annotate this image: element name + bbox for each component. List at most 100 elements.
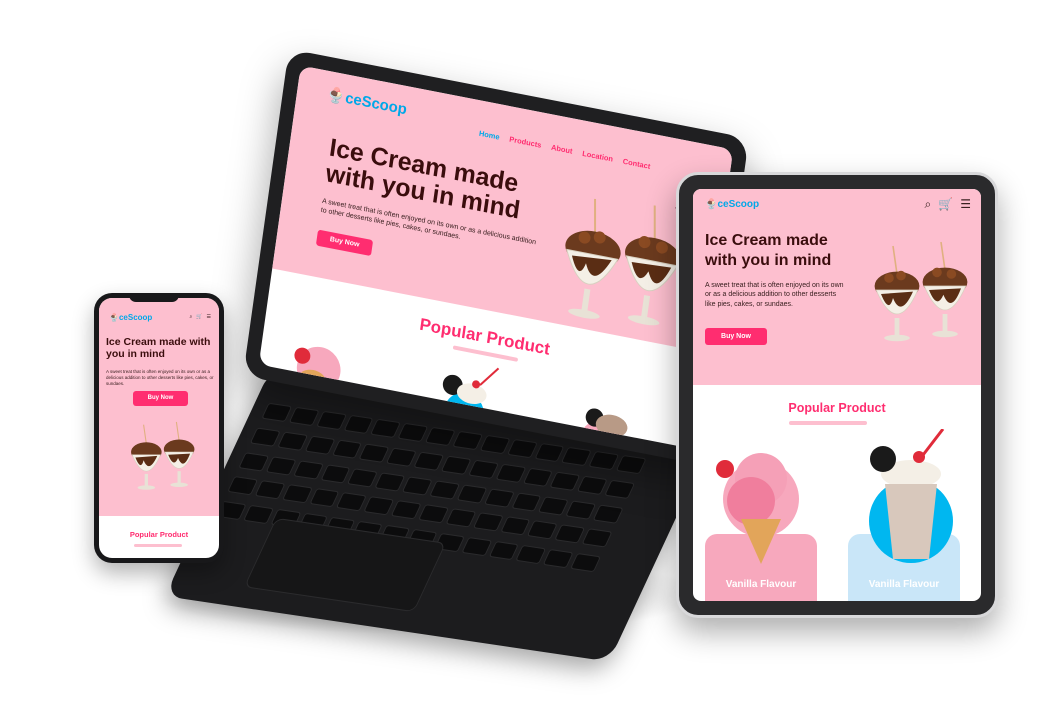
sundae-image <box>874 241 968 342</box>
keyboard-key[interactable] <box>468 459 499 479</box>
keyboard-key[interactable] <box>424 426 456 447</box>
product-chocolate-shake <box>579 408 628 449</box>
keyboard-key[interactable] <box>370 418 402 439</box>
nav-contact[interactable]: Contact <box>622 157 651 171</box>
main-nav: Home Products About Location Contact <box>478 129 650 171</box>
header-icons: ⌕ 🛒 ☰ <box>189 314 211 320</box>
cart-icon[interactable]: 🛒 <box>938 197 953 212</box>
keyboard-key[interactable] <box>542 549 574 569</box>
keyboard-key[interactable] <box>363 496 395 516</box>
keyboard-key[interactable] <box>483 488 515 508</box>
keyboard-key[interactable] <box>288 406 320 427</box>
keyboard-key[interactable] <box>479 434 511 455</box>
keyboard-key[interactable] <box>265 455 297 476</box>
keyboard-key[interactable] <box>460 537 492 557</box>
strawberry-cone-image <box>716 453 799 564</box>
title-underline <box>789 421 867 425</box>
keyboard-key[interactable] <box>331 439 363 459</box>
logo-text: ceScoop <box>717 199 760 210</box>
keyboard-key[interactable] <box>413 451 445 471</box>
nav-location[interactable]: Location <box>582 149 614 164</box>
keyboard-key[interactable] <box>226 476 258 496</box>
keyboard-key[interactable] <box>488 541 520 561</box>
logo[interactable]: 🍨ceScoop <box>109 313 152 322</box>
keyboard-key[interactable] <box>499 516 531 536</box>
popular-product-title: Popular Product <box>788 401 886 415</box>
keyboard-key[interactable] <box>261 402 293 423</box>
keyboard-key[interactable] <box>386 447 418 467</box>
keyboard-key[interactable] <box>538 496 570 516</box>
keyboard-key[interactable] <box>336 492 367 512</box>
search-icon[interactable]: ⌕ <box>925 197 932 212</box>
keyboard-key[interactable] <box>495 463 527 483</box>
keyboard-key[interactable] <box>347 467 379 488</box>
buy-now-button[interactable]: Buy Now <box>705 328 767 345</box>
logo-text: ceScoop <box>344 89 408 119</box>
sundae-image <box>131 421 195 490</box>
keyboard-key[interactable] <box>397 422 429 443</box>
keyboard-key[interactable] <box>452 430 484 451</box>
devices-mockup: 🍨ceScoop Home Products About Location Co… <box>0 0 1059 705</box>
cookie-shake-image <box>869 429 953 563</box>
keyboard-key[interactable] <box>249 427 281 447</box>
header-icons: ⌕ 🛒 ☰ <box>925 197 971 212</box>
keyboard-key[interactable] <box>554 524 586 544</box>
keyboard-key[interactable] <box>565 500 597 520</box>
keyboard-key[interactable] <box>308 488 340 508</box>
keyboard-key[interactable] <box>374 471 406 492</box>
laptop-screen: 🍨ceScoop Home Products About Location Co… <box>258 65 734 449</box>
keyboard-key[interactable] <box>315 410 347 431</box>
phone-screen: 🍨ceScoop ⌕ 🛒 ☰ Ice Cream made with you i… <box>99 298 219 558</box>
keyboard-key[interactable] <box>506 438 538 459</box>
keyboard-key[interactable] <box>238 451 270 472</box>
hamburger-menu-icon[interactable]: ☰ <box>960 197 971 212</box>
keyboard-key[interactable] <box>417 504 449 524</box>
sundae-image <box>565 198 681 326</box>
logo[interactable]: 🍨ceScoop <box>705 199 759 210</box>
keyboard-key[interactable] <box>522 467 554 487</box>
keyboard-key[interactable] <box>588 450 620 471</box>
keyboard-key[interactable] <box>472 512 504 532</box>
keyboard-key[interactable] <box>292 459 324 480</box>
keyboard-key[interactable] <box>254 480 286 500</box>
buy-now-button[interactable]: Buy Now <box>133 391 188 406</box>
cart-icon[interactable]: 🛒 <box>196 314 202 320</box>
keyboard-key[interactable] <box>561 446 593 467</box>
product-name: Vanilla Flavour <box>868 579 940 590</box>
keyboard-key[interactable] <box>390 500 422 520</box>
product-name: Vanilla Flavour <box>725 579 797 590</box>
tablet-device: 🍨ceScoop ⌕ 🛒 ☰ Ice Cream made with you i… <box>676 172 998 618</box>
keyboard-key[interactable] <box>549 471 581 491</box>
hero-section: 🍨ceScoop ⌕ 🛒 ☰ Ice Cream made with you i… <box>99 298 219 516</box>
keyboard-key[interactable] <box>515 545 547 565</box>
keyboard-key[interactable] <box>277 431 308 451</box>
keyboard-key[interactable] <box>320 463 352 484</box>
keyboard-key[interactable] <box>402 475 433 496</box>
keyboard-key[interactable] <box>358 443 390 463</box>
keyboard-key[interactable] <box>511 492 542 512</box>
search-icon[interactable]: ⌕ <box>189 314 192 320</box>
keyboard-key[interactable] <box>304 435 336 455</box>
keyboard-key[interactable] <box>533 442 565 463</box>
nav-products[interactable]: Products <box>509 135 542 150</box>
keyboard-key[interactable] <box>526 520 558 540</box>
keyboard-key[interactable] <box>440 455 472 475</box>
title-underline <box>134 544 182 547</box>
nav-about[interactable]: About <box>551 143 574 156</box>
keyboard-key[interactable] <box>445 508 477 528</box>
buy-now-button[interactable]: Buy Now <box>315 229 374 257</box>
keyboard-key[interactable] <box>242 504 274 525</box>
phone-notch <box>129 293 179 302</box>
hero-title: Ice Cream made with you in mind <box>106 336 211 361</box>
keyboard-key[interactable] <box>577 475 608 495</box>
logo[interactable]: 🍨ceScoop <box>326 85 408 118</box>
popular-product-title: Popular Product <box>129 530 189 539</box>
keyboard-key[interactable] <box>281 484 313 504</box>
nav-home[interactable]: Home <box>478 129 500 142</box>
hamburger-menu-icon[interactable]: ☰ <box>207 314 211 320</box>
keyboard-key[interactable] <box>429 479 461 500</box>
logo-text: ceScoop <box>118 313 153 322</box>
ice-cream-cup-icon: 🍨 <box>109 313 119 322</box>
keyboard-key[interactable] <box>343 414 374 435</box>
keyboard-key[interactable] <box>456 483 488 504</box>
